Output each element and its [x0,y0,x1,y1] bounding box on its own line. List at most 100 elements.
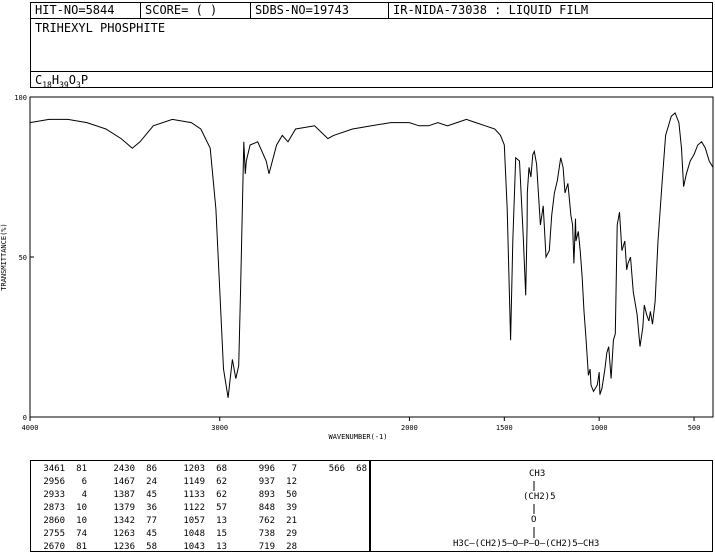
peak-wavenumber: 996 [258,464,275,474]
peak-column-3: 1203 68 1149 62 1133 62 1122 57 1057 13 1048 15 1043… [177,463,227,554]
x-tick-label: 500 [688,424,701,432]
peak-row: 1342 77 [107,515,157,528]
peak-transmittance: 7 [291,464,297,474]
peak-wavenumber: 1236 [113,542,135,552]
peak-transmittance: 77 [146,516,157,526]
peak-wavenumber: 2430 [113,464,135,474]
peak-row: 1203 68 [177,463,227,476]
peak-transmittance: 28 [286,542,297,552]
peak-wavenumber: 1263 [113,529,135,539]
peak-row: 3461 81 [37,463,87,476]
peak-transmittance: 24 [146,477,157,487]
peak-row: 1379 36 [107,502,157,515]
peak-row: 2430 86 [107,463,157,476]
peak-transmittance: 21 [286,516,297,526]
peak-transmittance: 50 [286,490,297,500]
peak-wavenumber: 2933 [43,490,65,500]
peak-transmittance: 45 [146,529,157,539]
peak-wavenumber: 1203 [183,464,205,474]
peak-row: 566 68 [317,463,367,476]
sdbs-number: SDBS-NO=19743 [251,3,389,18]
peak-wavenumber: 1122 [183,503,205,513]
y-tick-label: 100 [14,94,27,102]
structure-bonds [533,481,535,538]
y-axis-ticks: 0 50 100 [14,94,34,422]
peak-transmittance: 15 [216,529,227,539]
peak-row: 2873 10 [37,502,87,515]
peak-wavenumber: 762 [258,516,275,526]
header-info-row: HIT-NO=5844 SCORE= ( ) SDBS-NO=19743 IR-… [31,3,712,19]
score: SCORE= ( ) [141,3,251,18]
compound-name: TRIHEXYL PHOSPHITE [35,21,166,35]
peak-row: 1149 62 [177,476,227,489]
peak-row: 2670 81 [37,541,87,554]
peak-wavenumber: 1149 [183,477,205,487]
spectrum-header: HIT-NO=5844 SCORE= ( ) SDBS-NO=19743 IR-… [30,2,713,89]
x-tick-label: 1500 [496,424,513,432]
peak-wavenumber: 2755 [43,529,65,539]
peak-transmittance: 13 [216,516,227,526]
transmittance-series-line [29,112,714,398]
y-tick-label: 50 [19,254,27,262]
peak-transmittance: 68 [356,464,367,474]
x-tick-label: 2000 [401,424,418,432]
peak-wavenumber: 2956 [43,477,65,487]
peak-row: 2956 6 [37,476,87,489]
peak-wavenumber: 1057 [183,516,205,526]
peak-transmittance: 81 [76,542,87,552]
peak-transmittance: 29 [286,529,297,539]
peak-row: 2933 4 [37,489,87,502]
peak-transmittance: 13 [216,542,227,552]
peak-row: 1263 45 [107,528,157,541]
peak-row: 2860 10 [37,515,87,528]
peak-transmittance: 57 [216,503,227,513]
peak-transmittance: 62 [216,477,227,487]
peak-row: 762 21 [247,515,297,528]
x-tick-label: 1000 [591,424,608,432]
peak-transmittance: 10 [76,503,87,513]
peak-row: 1236 58 [107,541,157,554]
peak-wavenumber: 1387 [113,490,135,500]
peak-column-2: 2430 86 1467 24 1387 45 1379 36 1342 77 1263 45 1236… [107,463,157,554]
peak-row: 996 7 [247,463,297,476]
peak-wavenumber: 2670 [43,542,65,552]
molecular-formula: C18H39O3P [31,71,712,89]
peak-transmittance: 81 [76,464,87,474]
peak-row: 1467 24 [107,476,157,489]
peak-wavenumber: 1133 [183,490,205,500]
x-axis-label: WAVENUMBER(-1) [328,433,387,441]
peak-row: 2755 74 [37,528,87,541]
x-tick-label: 3000 [211,424,228,432]
peak-wavenumber: 893 [258,490,275,500]
peak-transmittance: 4 [81,490,87,500]
peak-wavenumber: 719 [258,542,275,552]
peak-wavenumber: 937 [258,477,275,487]
peak-wavenumber: 1048 [183,529,205,539]
peak-wavenumber: 738 [258,529,275,539]
x-tick-label: 4000 [22,424,39,432]
peak-transmittance: 6 [81,477,87,487]
peak-row: 1048 15 [177,528,227,541]
peak-wavenumber: 1379 [113,503,135,513]
peak-column-4: 996 7 937 12 893 50 848 39 762 21 738 29 719 28 [247,463,297,554]
structure-diagram: CH3 (CH2)5 O H3C—(CH2)5—O—P—O—(CH2)5—CH3 [370,460,713,552]
peak-transmittance: 86 [146,464,157,474]
peak-transmittance: 58 [146,542,157,552]
peak-transmittance: 68 [216,464,227,474]
peak-row: 738 29 [247,528,297,541]
peak-transmittance: 45 [146,490,157,500]
peak-wavenumber: 2873 [43,503,65,513]
peak-table: 3461 81 2956 6 2933 4 2873 10 2860 10 2755 74 2670 81… [30,460,370,552]
y-axis-label: TRANSMITTANCE(%) [0,223,8,290]
peak-transmittance: 39 [286,503,297,513]
peak-row: 1122 57 [177,502,227,515]
peak-row: 1387 45 [107,489,157,502]
peak-wavenumber: 848 [258,503,275,513]
x-axis-ticks: 4000 3000 2000 1500 1000 500 [22,417,701,432]
y-tick-label: 0 [23,414,27,422]
peak-transmittance: 74 [76,529,87,539]
peak-row: 1057 13 [177,515,227,528]
peak-transmittance: 36 [146,503,157,513]
ir-measurement-info: IR-NIDA-73038 : LIQUID FILM [393,3,589,17]
peak-column-1: 3461 81 2956 6 2933 4 2873 10 2860 10 2755 74 2670 81 [37,463,87,554]
